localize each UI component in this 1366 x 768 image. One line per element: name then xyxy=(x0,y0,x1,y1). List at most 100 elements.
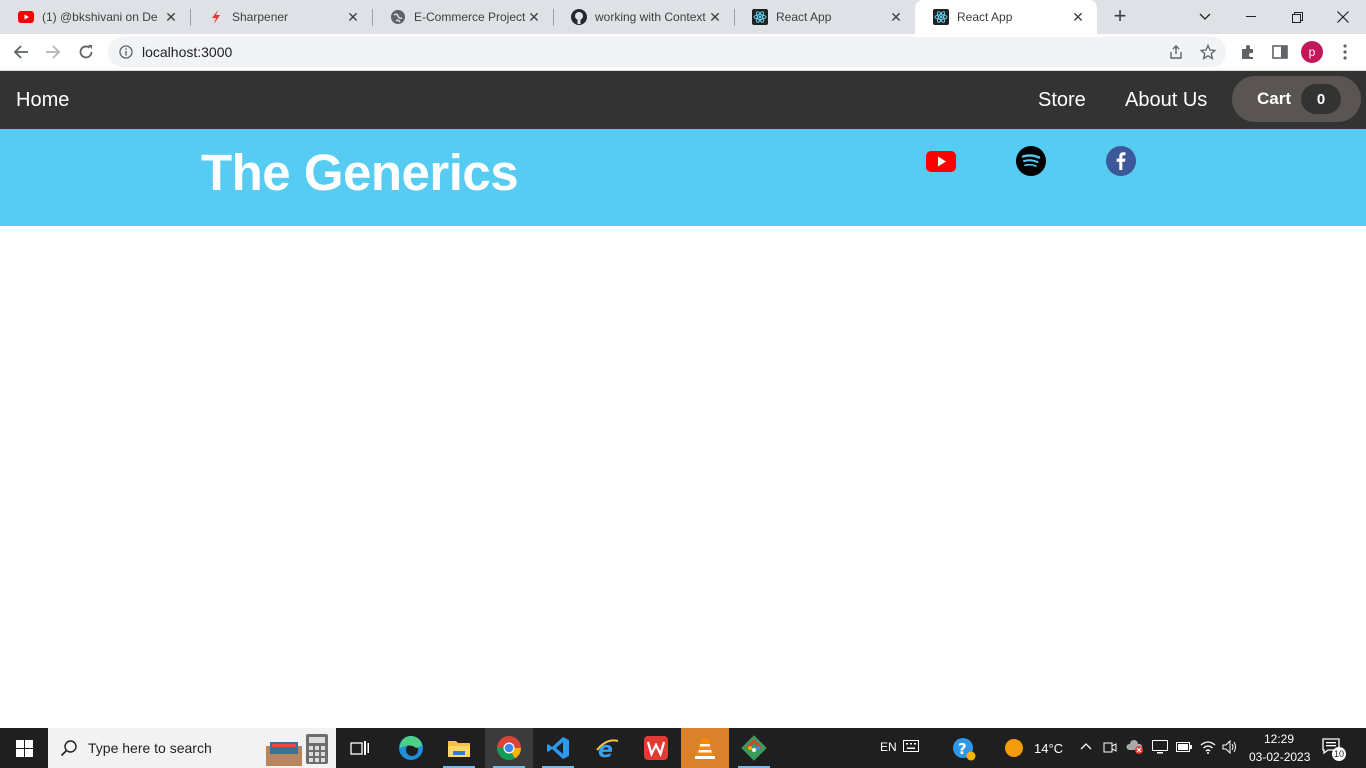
meet-now-icon[interactable] xyxy=(1103,740,1117,754)
vscode-icon xyxy=(547,737,569,759)
bookmark-star-icon[interactable] xyxy=(1200,44,1216,60)
internet-explorer-icon: e xyxy=(596,738,619,760)
forward-button[interactable] xyxy=(41,40,65,64)
menu-button[interactable] xyxy=(1333,40,1357,64)
minimize-icon xyxy=(1246,16,1256,17)
minimize-button[interactable] xyxy=(1228,0,1274,34)
chevron-down-icon xyxy=(1199,13,1211,20)
spotify-icon[interactable] xyxy=(1016,146,1046,176)
sharpener-icon xyxy=(208,9,224,25)
close-icon[interactable]: ✕ xyxy=(527,10,541,24)
weather-sun-icon[interactable] xyxy=(1004,738,1024,758)
youtube-icon[interactable] xyxy=(926,146,956,176)
react-icon xyxy=(752,9,768,25)
url-text[interactable]: localhost:3000 xyxy=(142,44,232,60)
extensions-button[interactable] xyxy=(1236,40,1260,64)
tab-react-app-active[interactable]: React App ✕ xyxy=(915,0,1097,34)
page-title: The Generics xyxy=(201,144,519,201)
close-icon[interactable]: ✕ xyxy=(164,10,178,24)
search-icon xyxy=(60,740,77,757)
taskbar-vscode[interactable] xyxy=(534,728,582,768)
kebab-menu-icon xyxy=(1343,44,1347,60)
task-view-button[interactable] xyxy=(336,728,384,768)
arrow-right-icon xyxy=(46,45,61,59)
display-icon[interactable] xyxy=(1152,740,1168,754)
edge-icon xyxy=(399,735,423,760)
tab-title: E-Commerce Project xyxy=(414,10,526,24)
search-placeholder: Type here to search xyxy=(88,740,212,756)
taskbar-git[interactable] xyxy=(730,728,778,768)
chevron-up-icon[interactable] xyxy=(1080,742,1092,750)
tab-title: Sharpener xyxy=(232,10,289,24)
taskbar-search[interactable]: Type here to search xyxy=(48,728,336,768)
profile-avatar[interactable]: p xyxy=(1301,41,1323,63)
language-indicator[interactable]: EN xyxy=(880,740,897,754)
git-icon xyxy=(741,735,767,761)
cart-count-badge: 0 xyxy=(1301,84,1342,114)
tab-github[interactable]: working with Context ✕ xyxy=(553,0,734,34)
tab-strip: (1) @bkshivani on De ✕ Sharpener ✕ E-Com… xyxy=(0,0,1366,34)
windows-icon xyxy=(15,739,33,757)
back-button[interactable] xyxy=(9,40,33,64)
globe-icon xyxy=(390,9,406,25)
nav-store-link[interactable]: Store xyxy=(1038,89,1086,112)
nav-home-link[interactable]: Home xyxy=(16,89,69,112)
keyboard-icon[interactable] xyxy=(903,740,919,752)
close-icon[interactable]: ✕ xyxy=(708,10,722,24)
navbar: Home Store About Us Cart 0 xyxy=(0,71,1366,129)
tab-youtube[interactable]: (1) @bkshivani on De ✕ xyxy=(0,0,190,34)
taskbar-vlc[interactable] xyxy=(681,728,729,768)
wifi-icon[interactable] xyxy=(1200,740,1216,754)
tab-ecommerce[interactable]: E-Commerce Project ✕ xyxy=(372,0,553,34)
notification-count-badge: 10 xyxy=(1332,747,1346,761)
taskbar: Type here to search e EN ? 14°C 12:29 03… xyxy=(0,728,1366,768)
hero-banner: The Generics xyxy=(0,129,1366,226)
close-icon[interactable]: ✕ xyxy=(346,10,360,24)
side-panel-button[interactable] xyxy=(1268,40,1292,64)
task-view-icon xyxy=(350,741,369,755)
battery-icon[interactable] xyxy=(1176,742,1192,752)
tab-title: React App xyxy=(957,10,1013,24)
vlc-icon xyxy=(695,738,715,759)
nav-about-link[interactable]: About Us xyxy=(1125,89,1207,112)
taskbar-edge[interactable] xyxy=(387,728,435,768)
arrow-left-icon xyxy=(13,45,28,59)
chrome-icon xyxy=(497,736,521,761)
volume-icon[interactable] xyxy=(1222,740,1238,754)
taskbar-chrome[interactable] xyxy=(485,728,533,768)
taskbar-file-explorer[interactable] xyxy=(435,728,483,768)
restore-icon xyxy=(1291,11,1303,23)
tab-sharpener[interactable]: Sharpener ✕ xyxy=(190,0,372,34)
cart-label: Cart xyxy=(1257,89,1292,108)
close-icon[interactable]: ✕ xyxy=(889,10,903,24)
help-icon[interactable]: ? xyxy=(952,737,976,761)
clock-time[interactable]: 12:29 xyxy=(1264,732,1294,746)
onedrive-icon[interactable] xyxy=(1126,740,1144,754)
tab-title: React App xyxy=(776,10,832,24)
weather-temperature[interactable]: 14°C xyxy=(1034,741,1063,756)
reload-icon xyxy=(79,45,93,59)
folder-icon xyxy=(448,741,470,757)
search-highlight-icon xyxy=(266,734,328,766)
facebook-icon[interactable] xyxy=(1106,146,1136,176)
new-tab-button[interactable]: + xyxy=(1110,5,1130,27)
close-icon[interactable]: ✕ xyxy=(1071,10,1085,24)
address-bar[interactable]: localhost:3000 xyxy=(108,37,1226,67)
close-window-button[interactable] xyxy=(1320,0,1366,34)
info-icon[interactable] xyxy=(119,45,133,59)
cart-button[interactable]: Cart 0 xyxy=(1232,76,1361,122)
tab-react-app[interactable]: React App ✕ xyxy=(734,0,915,34)
close-icon xyxy=(1337,11,1349,23)
share-icon[interactable] xyxy=(1168,44,1184,60)
taskbar-internet-explorer[interactable]: e xyxy=(583,728,631,768)
tab-search-button[interactable] xyxy=(1182,0,1228,34)
start-button[interactable] xyxy=(0,728,48,768)
taskbar-wps[interactable] xyxy=(632,728,680,768)
puzzle-icon xyxy=(1242,45,1253,59)
restore-button[interactable] xyxy=(1274,0,1320,34)
reload-button[interactable] xyxy=(74,40,98,64)
browser-toolbar: localhost:3000 xyxy=(0,34,1366,71)
notification-center-button[interactable]: 10 xyxy=(1322,738,1346,761)
react-icon xyxy=(933,9,949,25)
clock-date[interactable]: 03-02-2023 xyxy=(1249,750,1310,764)
